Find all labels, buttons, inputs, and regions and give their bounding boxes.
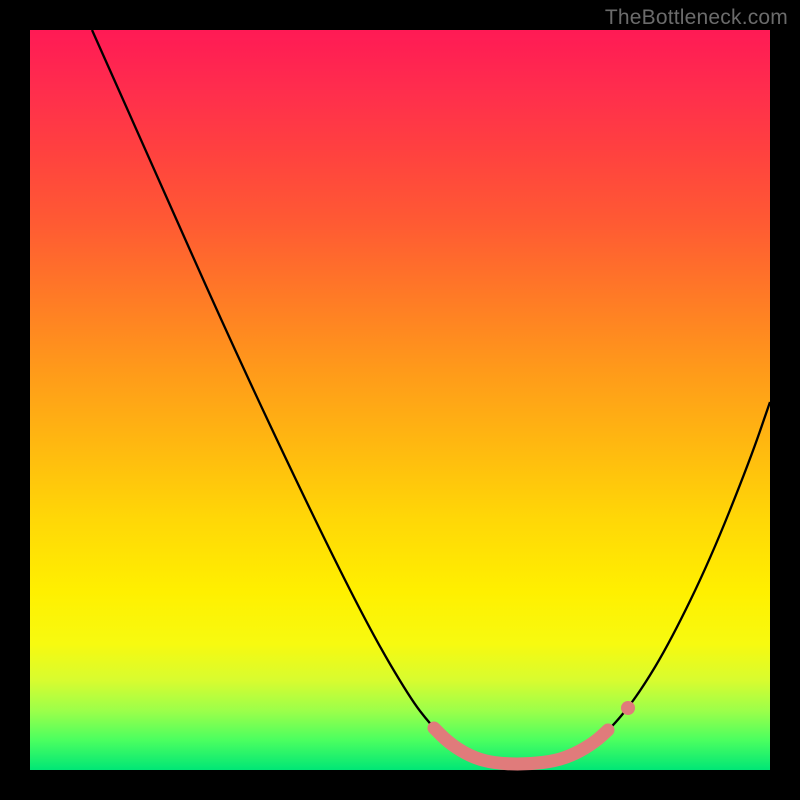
chart-plot-area bbox=[30, 30, 770, 770]
highlight-dot bbox=[621, 701, 635, 715]
watermark-text: TheBottleneck.com bbox=[605, 6, 788, 30]
highlight-band bbox=[434, 728, 608, 764]
bottleneck-curve bbox=[92, 30, 770, 764]
chart-frame: TheBottleneck.com bbox=[0, 0, 800, 800]
chart-svg bbox=[30, 30, 770, 770]
